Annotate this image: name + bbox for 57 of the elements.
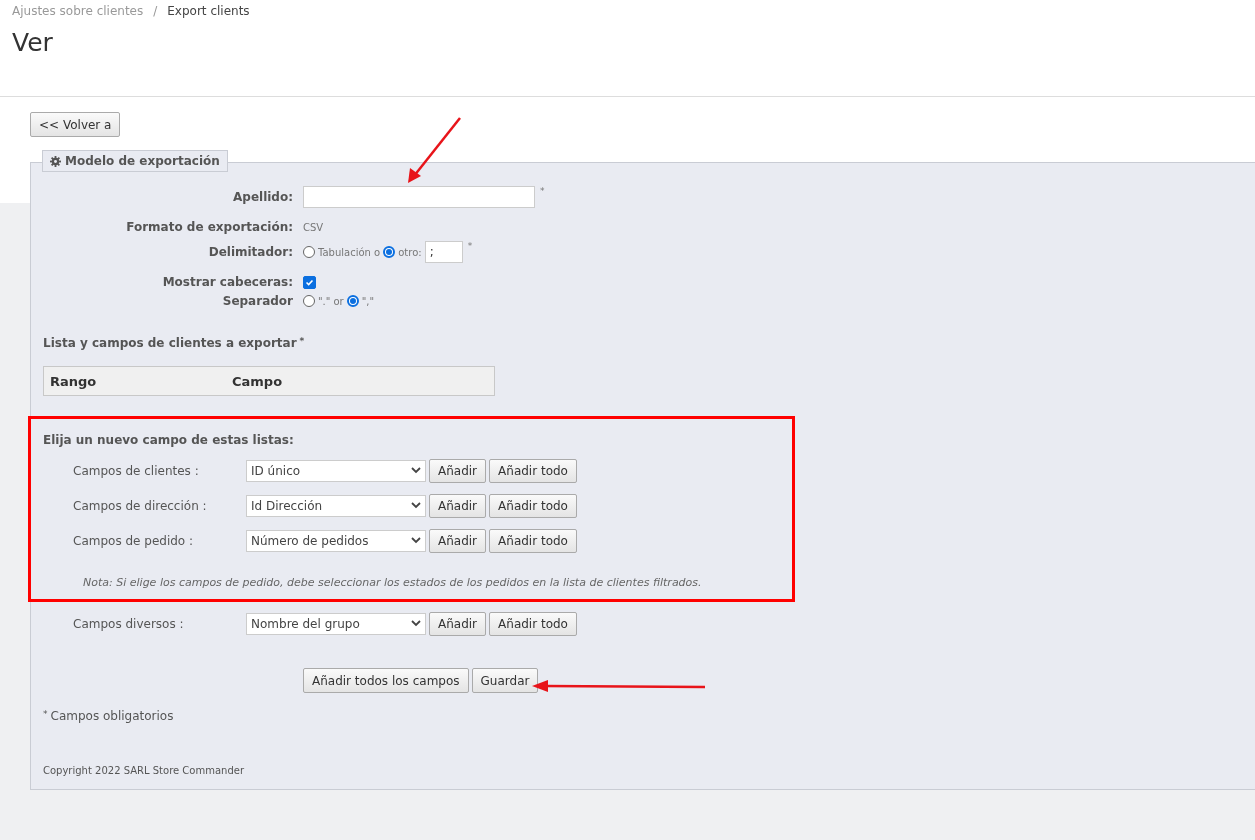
field-label: Campos de pedido : [73,533,195,548]
radio-button[interactable] [303,246,315,258]
radio-button[interactable] [383,246,396,258]
radio-button[interactable] [346,295,359,307]
add-button[interactable]: Añadir [429,528,487,553]
required-mark: * [540,186,545,196]
required-mark: * [43,709,48,721]
field-label: Campos de clientes : [73,463,200,478]
add-all-button[interactable]: Añadir todo [489,493,577,518]
page-title: Ver [12,28,54,57]
radio-label: otro: [398,246,422,258]
copyright-text: Copyright 2022 SARL Store Commander [43,765,245,776]
back-button[interactable]: << Volver a [30,112,121,137]
field-label: Delimitador: [207,245,293,259]
select-field[interactable]: ID único [246,459,426,482]
select-field[interactable]: Id Dirección [246,494,426,517]
field-label: Separador [221,294,293,308]
radio-label: or [333,295,344,307]
radio-label: "," [361,295,374,307]
add-all-button[interactable]: Añadir todo [489,611,577,636]
delimiter-input[interactable]: ; [424,241,463,263]
format-value: CSV [303,221,324,233]
required-mark: * [299,336,305,348]
field-label: Mostrar cabeceras: [161,275,293,289]
note-text: Nota: Si elige los campos de pedido, debe seleccionar los estados de los pedidos en la lista de clientes filtrados. [83,576,703,589]
select-field[interactable]: Nombre del grupo [246,612,426,635]
field-label: Apellido: [232,190,293,204]
field-label: Formato de exportación: [125,220,293,234]
field-label: Campos de dirección : [73,498,208,513]
checkbox[interactable] [303,275,316,289]
add-button[interactable]: Añadir [429,493,487,518]
add-button[interactable]: Añadir [429,458,487,483]
breadcrumb-current: Export clients [167,4,250,18]
add-all-button[interactable]: Añadir todo [489,528,577,553]
radio-button[interactable] [303,295,315,307]
section-heading: Lista y campos de clientes a exportar [43,336,297,350]
caret-icon [411,620,421,627]
save-button[interactable]: Guardar [471,668,539,693]
caret-icon [411,467,421,474]
radio-label: Tabulación o [318,246,381,258]
column-header: Rango [49,373,98,389]
field-label: Campos diversos : [73,616,185,631]
select-field[interactable]: Número de pedidos [246,529,426,552]
add-button[interactable]: Añadir [429,611,487,636]
add-all-fields-button[interactable]: Añadir todos los campos [303,668,469,693]
radio-label: "." [318,295,331,307]
column-header: Campo [232,373,283,389]
section-heading: Elija un nuevo campo de estas listas: [43,433,295,447]
required-note: Campos obligatorios [50,709,174,723]
required-mark: * [467,241,473,251]
caret-icon [411,502,421,509]
add-all-button[interactable]: Añadir todo [489,458,577,483]
breadcrumb-separator: / [153,4,158,18]
caret-icon [411,537,421,544]
name-input[interactable] [303,186,535,208]
gear-icon [50,155,61,167]
panel-legend: Modelo de exportación [42,150,228,172]
